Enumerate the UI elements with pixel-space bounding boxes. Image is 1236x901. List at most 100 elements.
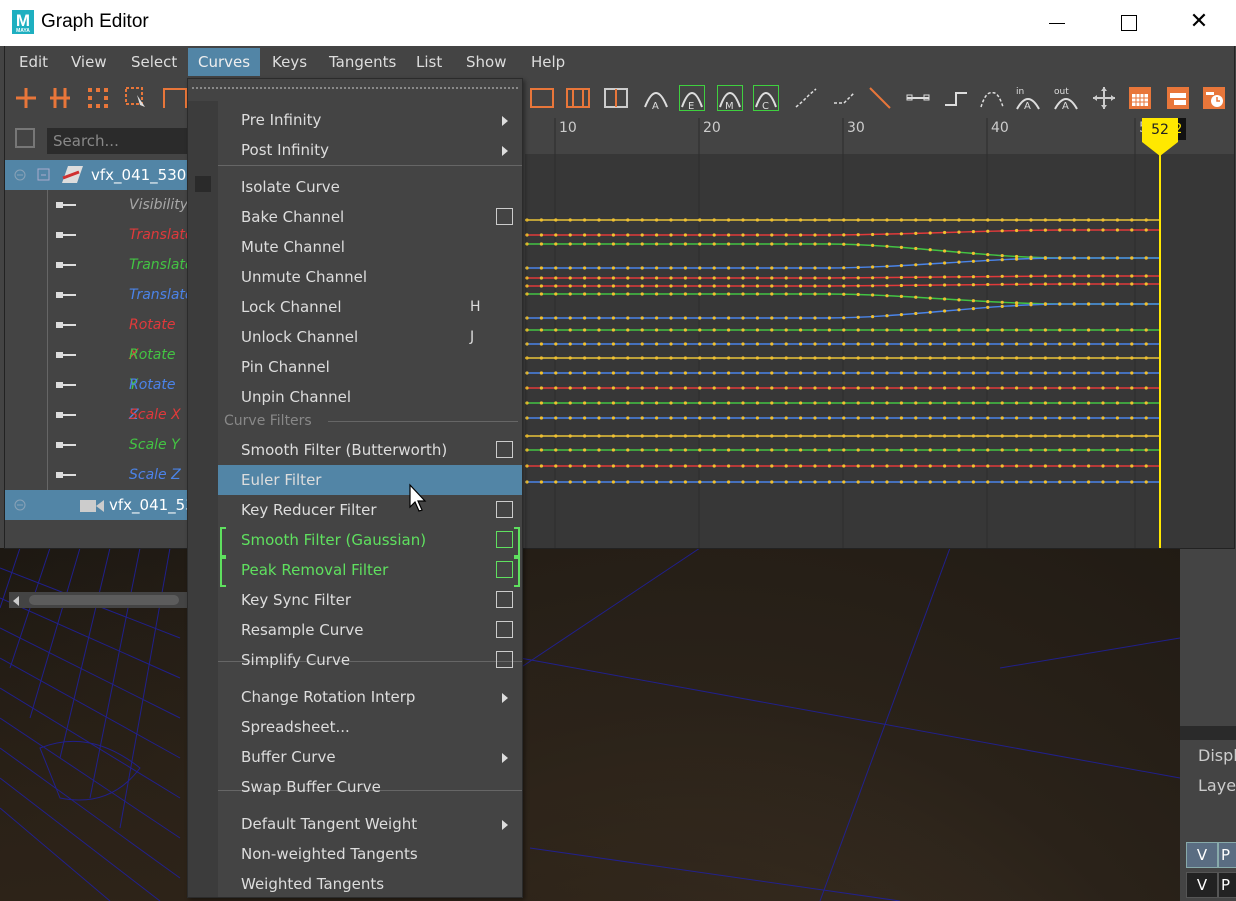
attribute-row[interactable]: Rotate X: [5, 310, 188, 363]
menu-item-change-rotation-interp[interactable]: Change Rotation Interp: [218, 682, 522, 712]
stepped-icon[interactable]: [943, 85, 969, 111]
clamped-tangent-icon[interactable]: M: [717, 85, 743, 111]
menu-item-default-tangent-weight[interactable]: Default Tangent Weight: [218, 809, 522, 839]
menu-select[interactable]: Select: [121, 48, 187, 76]
flat-line-icon[interactable]: [905, 85, 931, 111]
layer-visibility-button-2[interactable]: V: [1186, 872, 1218, 898]
collapse-icon[interactable]: [13, 498, 27, 512]
auto-tangent-icon[interactable]: A: [643, 85, 669, 111]
attribute-row[interactable]: Translate: [5, 280, 194, 310]
filter-icon[interactable]: [13, 126, 37, 150]
keyframe-point: [626, 416, 630, 420]
tree-toggle-icon[interactable]: [37, 168, 51, 182]
menu-item-lock-channel[interactable]: Lock Channel H: [218, 292, 522, 322]
outliner-object-row[interactable]: vfx_041_53000: [5, 160, 205, 190]
menu-show[interactable]: Show: [456, 48, 516, 76]
region-select-icon[interactable]: [123, 85, 149, 111]
menu-item-buffer-curve[interactable]: Buffer Curve: [218, 742, 522, 772]
time-editor-icon[interactable]: [1201, 85, 1227, 111]
attribute-row[interactable]: Scale Y: [5, 430, 188, 460]
maximize-button[interactable]: [1108, 6, 1148, 40]
menu-item-smooth-filter-butterworth[interactable]: Smooth Filter (Butterworth): [218, 435, 522, 465]
lattice-icon[interactable]: [85, 85, 111, 111]
close-button[interactable]: ✕: [1179, 6, 1219, 40]
title-bar[interactable]: M MAYA Graph Editor ✕: [0, 0, 1236, 46]
option-box-icon[interactable]: [496, 501, 513, 518]
menu-item-resample-curve[interactable]: Resample Curve: [218, 615, 522, 645]
plateau-icon[interactable]: [979, 85, 1005, 111]
option-box-icon[interactable]: [496, 441, 513, 458]
menu-item-mute-channel[interactable]: Mute Channel: [218, 232, 522, 262]
minimize-button[interactable]: [1037, 6, 1077, 40]
menu-item-non-weighted-tangents[interactable]: Non-weighted Tangents: [218, 839, 522, 869]
move-nearest-icon[interactable]: [1091, 85, 1117, 111]
menu-item-key-reducer-filter[interactable]: Key Reducer Filter: [218, 495, 522, 525]
attribute-row[interactable]: Visibility: [5, 190, 188, 220]
menu-curves[interactable]: Curves: [188, 48, 261, 76]
frame-all-icon[interactable]: [529, 85, 555, 111]
menu-item-weighted-tangents[interactable]: Weighted Tangents: [218, 869, 522, 899]
option-box-icon[interactable]: [496, 621, 513, 638]
option-box-icon[interactable]: [496, 561, 513, 578]
outliner-camera-row[interactable]: vfx_041_530: [5, 490, 204, 520]
option-box-icon[interactable]: [496, 208, 513, 225]
collapse-icon[interactable]: [13, 168, 27, 182]
option-box-icon[interactable]: [496, 651, 513, 668]
menu-item-euler-filter[interactable]: Euler Filter: [218, 465, 522, 495]
option-box-icon[interactable]: [496, 591, 513, 608]
out-tangent-icon[interactable]: out A: [1053, 85, 1079, 111]
menu-item-smooth-filter-gaussian[interactable]: Smooth Filter (Gaussian): [218, 525, 522, 557]
search-input[interactable]: Search...: [47, 128, 187, 154]
step-tangent-icon[interactable]: [831, 85, 857, 111]
menu-item-unmute-channel[interactable]: Unmute Channel: [218, 262, 522, 292]
curve-graph-area[interactable]: 102030405 252: [525, 118, 1234, 548]
layer-playback-button[interactable]: P: [1218, 842, 1236, 868]
menu-item-unlock-channel[interactable]: Unlock Channel J: [218, 322, 522, 352]
layers-label[interactable]: Layer: [1198, 776, 1236, 795]
spline-tangent-icon[interactable]: E: [679, 85, 705, 111]
menu-item-key-sync-filter[interactable]: Key Sync Filter: [218, 585, 522, 615]
trax-editor-icon[interactable]: [1165, 85, 1191, 111]
menu-item-peak-removal-filter[interactable]: Peak Removal Filter: [218, 555, 522, 587]
menu-item-pin-channel[interactable]: Pin Channel: [218, 352, 522, 382]
layer-playback-button-2[interactable]: P: [1218, 872, 1236, 898]
attribute-row[interactable]: Rotate Z: [5, 370, 188, 423]
attribute-row[interactable]: Translate: [5, 220, 194, 250]
frame-icon[interactable]: [161, 85, 187, 111]
menu-edit[interactable]: Edit: [9, 48, 58, 76]
tear-off-handle[interactable]: [192, 87, 518, 93]
menu-item-pre-infinity[interactable]: Pre Infinity: [218, 105, 522, 135]
menu-keys[interactable]: Keys: [262, 48, 317, 76]
attribute-row[interactable]: Rotate Y: [5, 340, 188, 393]
attribute-row[interactable]: Scale Z: [5, 460, 188, 490]
menu-help[interactable]: Help: [521, 48, 575, 76]
display-tab[interactable]: Displ: [1198, 746, 1236, 765]
linear-tangent-icon[interactable]: C: [753, 85, 779, 111]
keyframe-point: [885, 284, 889, 288]
keyframe-point: [799, 328, 803, 332]
flat-tangent-icon[interactable]: [793, 85, 819, 111]
attribute-row[interactable]: Translate: [5, 250, 194, 280]
menu-tangents[interactable]: Tangents: [319, 48, 406, 76]
scale-key-icon[interactable]: [47, 85, 73, 111]
layer-visibility-button[interactable]: V: [1186, 842, 1218, 868]
menu-item-unpin-channel[interactable]: Unpin Channel: [218, 382, 522, 412]
dope-sheet-icon[interactable]: [1127, 85, 1153, 111]
frame-selection-icon[interactable]: [565, 85, 591, 111]
menu-item-bake-channel[interactable]: Bake Channel: [218, 202, 522, 232]
menu-item-simplify-curve[interactable]: Simplify Curve: [218, 645, 522, 675]
menu-item-post-infinity[interactable]: Post Infinity: [218, 135, 522, 165]
curve-canvas[interactable]: 252: [525, 118, 1234, 548]
move-key-icon[interactable]: [13, 85, 39, 111]
attribute-row[interactable]: Scale X: [5, 400, 188, 430]
menu-item-swap-buffer-curve[interactable]: Swap Buffer Curve: [218, 772, 522, 802]
menu-item-isolate-curve[interactable]: Isolate Curve: [218, 172, 522, 202]
menu-item-spreadsheet[interactable]: Spreadsheet...: [218, 712, 522, 742]
in-tangent-icon[interactable]: inA: [1015, 85, 1041, 111]
menu-list[interactable]: List: [406, 48, 452, 76]
menu-view[interactable]: View: [61, 48, 117, 76]
option-box-icon[interactable]: [496, 531, 513, 548]
linear-line-icon[interactable]: [867, 85, 893, 111]
frame-playback-icon[interactable]: [603, 85, 629, 111]
horizontal-scrollbar[interactable]: [9, 592, 189, 608]
